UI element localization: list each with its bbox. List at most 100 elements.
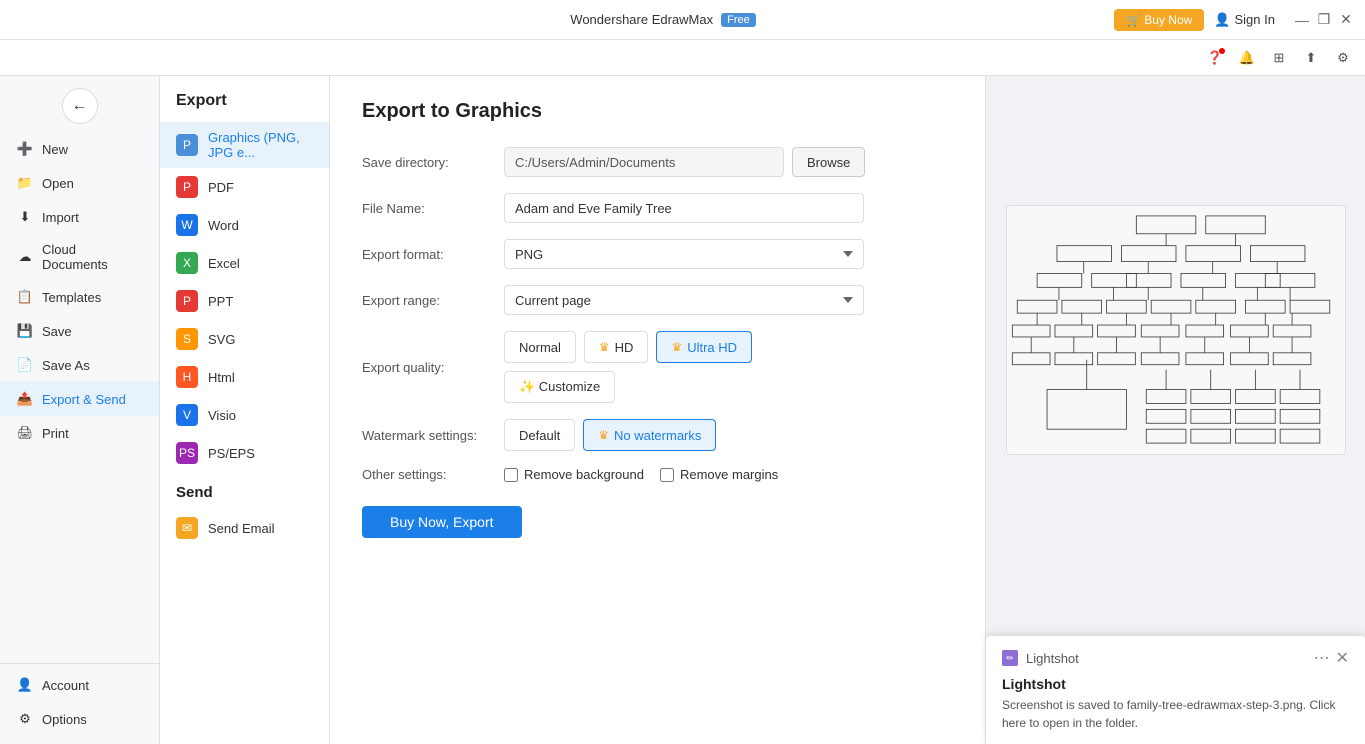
quality-normal-button[interactable]: Normal [504, 331, 576, 363]
browse-button[interactable]: Browse [792, 147, 865, 177]
lightshot-controls: ⋯ ✕ [1314, 648, 1349, 668]
watermark-row: Watermark settings: Default ♛ No waterma… [362, 419, 953, 451]
ppt-icon: P [176, 290, 198, 312]
export-format-select[interactable]: PNG JPG BMP SVG TIFF [504, 239, 864, 269]
export-quality-row: Export quality: Normal ♛ HD ♛ Ultra HD ✨ [362, 331, 953, 403]
save-icon: 💾 [16, 322, 34, 340]
remove-background-label[interactable]: Remove background [504, 467, 644, 482]
send-title: Send [160, 472, 329, 509]
app-name-label: Wondershare EdrawMax [570, 12, 713, 27]
export-nav-html[interactable]: H Html [160, 358, 329, 396]
sidebar-bottom: 👤 Account ⚙ Options [0, 663, 159, 736]
export-nav-svg[interactable]: S SVG [160, 320, 329, 358]
minimize-button[interactable]: — [1295, 13, 1309, 27]
main-layout: ← ➕ New 📁 Open ⬇ Import ☁ Cloud Document… [0, 76, 1365, 744]
sidebar-item-export[interactable]: 📤 Export & Send [0, 382, 159, 416]
quality-ultrahd-button[interactable]: ♛ Ultra HD [656, 331, 752, 363]
sidebar-item-save[interactable]: 💾 Save [0, 314, 159, 348]
cloud-icon: ☁ [16, 248, 34, 266]
buy-now-button[interactable]: 🛒 Buy Now [1114, 9, 1204, 31]
quality-group: Normal ♛ HD ♛ Ultra HD [504, 331, 752, 363]
lightshot-close-button[interactable]: ✕ [1336, 648, 1349, 668]
lightshot-more-button[interactable]: ⋯ [1314, 648, 1330, 668]
png-icon: P [176, 134, 198, 156]
grid-icon[interactable]: ⊞ [1269, 48, 1289, 68]
preview-card [1006, 205, 1346, 455]
titlebar-right: 🛒 Buy Now 👤 Sign In — ❐ ✕ [1114, 9, 1353, 31]
lightshot-icon: ✏ [1002, 650, 1018, 666]
export-quality-label: Export quality: [362, 360, 492, 375]
save-directory-input[interactable] [504, 147, 784, 177]
export-range-row: Export range: Current page All pages Sel… [362, 285, 953, 315]
export-range-label: Export range: [362, 293, 492, 308]
export-icon: 📤 [16, 390, 34, 408]
export-range-select[interactable]: Current page All pages Selected objects [504, 285, 864, 315]
preview-area [986, 76, 1365, 584]
sidebar-item-cloud[interactable]: ☁ Cloud Documents [0, 234, 159, 280]
back-button[interactable]: ← [62, 88, 98, 124]
export-nav-pdf[interactable]: P PDF [160, 168, 329, 206]
export-nav-word[interactable]: W Word [160, 206, 329, 244]
visio-icon: V [176, 404, 198, 426]
lightshot-app-name: Lightshot [1026, 651, 1079, 666]
save-directory-row: Save directory: Browse [362, 147, 953, 177]
hd-crown-icon: ♛ [599, 340, 610, 354]
sidebar-item-new[interactable]: ➕ New [0, 132, 159, 166]
export-nav-visio[interactable]: V Visio [160, 396, 329, 434]
saveas-icon: 📄 [16, 356, 34, 374]
lightshot-header: ✏ Lightshot ⋯ ✕ [1002, 648, 1349, 668]
file-name-input[interactable] [504, 193, 864, 223]
sidebar-item-options[interactable]: ⚙ Options [0, 702, 159, 736]
sidebar-item-import[interactable]: ⬇ Import [0, 200, 159, 234]
watermark-default-button[interactable]: Default [504, 419, 575, 451]
quality-controls: Normal ♛ HD ♛ Ultra HD ✨ Customize [504, 331, 752, 403]
sidebar: ← ➕ New 📁 Open ⬇ Import ☁ Cloud Document… [0, 76, 160, 744]
export-format-label: Export format: [362, 247, 492, 262]
sidebar-item-saveas[interactable]: 📄 Save As [0, 348, 159, 382]
export-nav-excel[interactable]: X Excel [160, 244, 329, 282]
watermark-label: Watermark settings: [362, 428, 492, 443]
export-nav-email[interactable]: ✉ Send Email [160, 509, 329, 547]
notification-bell-icon[interactable]: 🔔 [1237, 48, 1257, 68]
main-content: Export to Graphics Save directory: Brows… [330, 76, 985, 744]
export-button[interactable]: Buy Now, Export [362, 506, 522, 538]
remove-margins-label[interactable]: Remove margins [660, 467, 778, 482]
settings-icon[interactable]: ⚙ [1333, 48, 1353, 68]
watermark-crown-icon: ♛ [598, 428, 609, 442]
sidebar-item-templates[interactable]: 📋 Templates [0, 280, 159, 314]
other-settings-row: Other settings: Remove background Remove… [362, 467, 953, 482]
customize-button[interactable]: ✨ Customize [504, 371, 615, 403]
lightshot-title-row: ✏ Lightshot [1002, 650, 1079, 666]
svg-icon: S [176, 328, 198, 350]
file-name-row: File Name: [362, 193, 953, 223]
page-title: Export to Graphics [362, 100, 953, 123]
export-format-row: Export format: PNG JPG BMP SVG TIFF [362, 239, 953, 269]
remove-background-checkbox[interactable] [504, 468, 518, 482]
import-icon: ⬇ [16, 208, 34, 226]
options-icon: ⚙ [16, 710, 34, 728]
lightshot-body-text[interactable]: Screenshot is saved to family-tree-edraw… [1002, 696, 1349, 732]
export-nav-title: Export [160, 92, 329, 122]
right-panel: ✏ Lightshot ⋯ ✕ Lightshot Screenshot is … [985, 76, 1365, 744]
close-button[interactable]: ✕ [1339, 13, 1353, 27]
pdf-icon: P [176, 176, 198, 198]
new-icon: ➕ [16, 140, 34, 158]
sidebar-item-account[interactable]: 👤 Account [0, 668, 159, 702]
email-icon: ✉ [176, 517, 198, 539]
remove-margins-checkbox[interactable] [660, 468, 674, 482]
export-nav-png[interactable]: P Graphics (PNG, JPG e... [160, 122, 329, 168]
templates-icon: 📋 [16, 288, 34, 306]
share-icon[interactable]: ⬆ [1301, 48, 1321, 68]
restore-button[interactable]: ❐ [1317, 13, 1331, 27]
sign-in-button[interactable]: 👤 Sign In [1214, 12, 1275, 28]
save-directory-controls: Browse [504, 147, 953, 177]
ultrahd-crown-icon: ♛ [671, 340, 682, 354]
export-nav-ppt[interactable]: P PPT [160, 282, 329, 320]
sidebar-item-print[interactable]: 🖨 Print [0, 416, 159, 450]
export-nav-pseps[interactable]: PS PS/EPS [160, 434, 329, 472]
help-icon[interactable]: ❓ [1205, 48, 1225, 68]
watermark-no-button[interactable]: ♛ No watermarks [583, 419, 716, 451]
sidebar-item-open[interactable]: 📁 Open [0, 166, 159, 200]
excel-icon: X [176, 252, 198, 274]
quality-hd-button[interactable]: ♛ HD [584, 331, 649, 363]
